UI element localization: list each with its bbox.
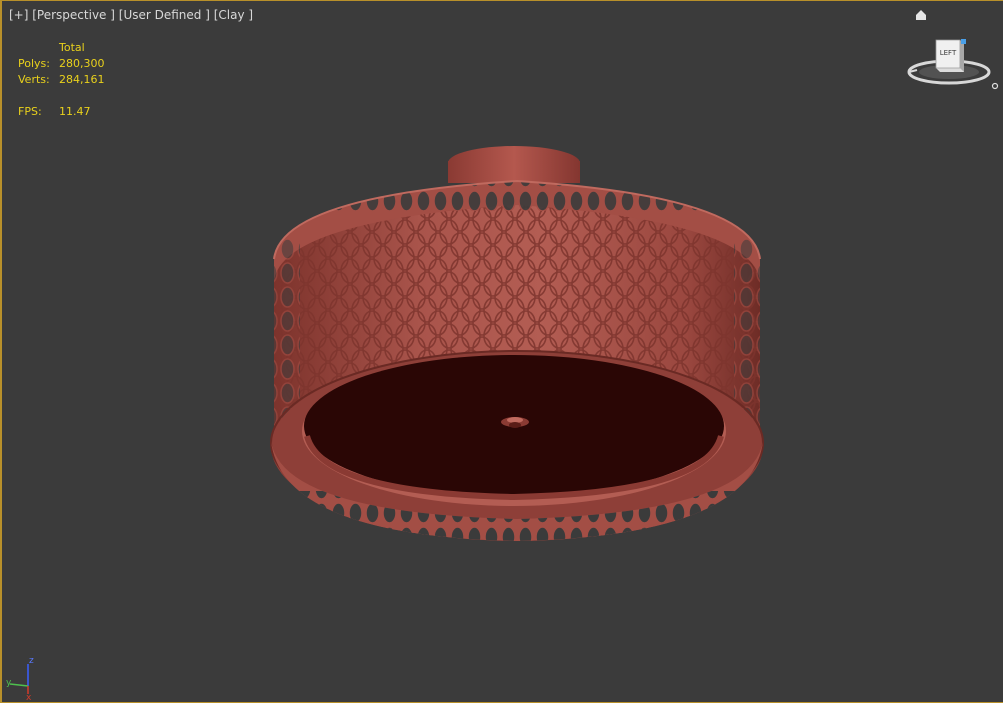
polys-value: 280,300 xyxy=(59,57,105,70)
axis-tripod: z y x xyxy=(6,656,34,700)
lamp-model[interactable] xyxy=(262,141,772,551)
fps-value: 11.47 xyxy=(59,105,91,118)
viewport-plus-menu[interactable]: [+] xyxy=(9,8,28,22)
viewcube[interactable]: LEFT xyxy=(905,6,1001,92)
viewport-shading-menu[interactable]: [Clay ] xyxy=(214,8,253,22)
viewport-lighting-menu[interactable]: [User Defined ] xyxy=(119,8,210,22)
verts-label: Verts: xyxy=(18,73,50,86)
polys-label: Polys: xyxy=(18,57,50,70)
axis-z-label: z xyxy=(29,656,34,666)
axis-x-label: x xyxy=(26,693,32,700)
viewport-point-of-view-menu[interactable]: [Perspective ] xyxy=(32,8,115,22)
viewport-label-menu: [+] [Perspective ] [User Defined ] [Clay… xyxy=(9,8,253,22)
verts-value: 284,161 xyxy=(59,73,105,86)
viewcube-face-label: LEFT xyxy=(940,49,957,57)
stats-header: Total xyxy=(59,41,85,54)
axis-y-label: y xyxy=(6,678,12,688)
perspective-viewport[interactable]: [+] [Perspective ] [User Defined ] [Clay… xyxy=(0,0,1003,703)
statistics-overlay: Total Polys: 280,300 Verts: 284,161 FPS: 11… xyxy=(18,40,105,120)
fps-label: FPS: xyxy=(18,105,42,118)
